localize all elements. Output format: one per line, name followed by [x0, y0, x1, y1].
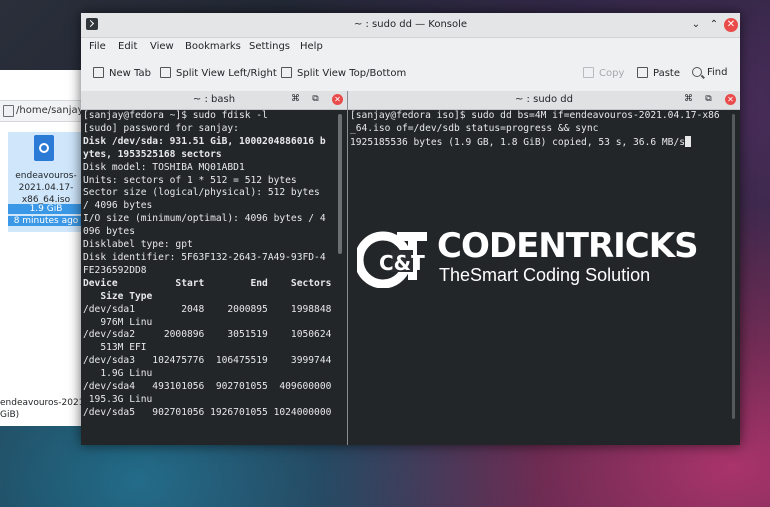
detach-icon[interactable]: ⧉: [310, 94, 321, 105]
codentricks-watermark: C&T CODENTRICKS TheSmart Coding Solution: [357, 226, 699, 290]
file-age: 8 minutes ago: [8, 216, 84, 226]
status-file-name: endeavouros-2021: [0, 398, 85, 408]
terminal-line: /dev/sda2 2000896 3051519 1050624: [83, 329, 332, 341]
copy-label: Copy: [599, 68, 625, 79]
left-terminal-pane[interactable]: ~ : bash ⌘ ⧉ ✕ [sanjay@fedora ~]$ sudo f…: [81, 91, 347, 445]
expand-icon[interactable]: ⌘: [683, 94, 694, 105]
left-tab-title[interactable]: ~ : bash: [81, 94, 347, 105]
status-area: endeavouros-2021 GiB): [0, 396, 84, 426]
left-tab-bar: ~ : bash ⌘ ⧉ ✕: [81, 91, 347, 110]
toolbar: New Tab Split View Left/Right Split View…: [81, 57, 740, 92]
terminal-line: [sanjay@fedora ~]$ sudo fdisk -l: [83, 110, 268, 121]
copy-icon: [583, 67, 594, 78]
terminal-cursor: [685, 135, 692, 147]
terminal-line: /dev/sda1 2048 2000895 1998848: [83, 303, 332, 315]
copy-button[interactable]: Copy: [583, 67, 624, 79]
split-left-right-button[interactable]: Split View Left/Right: [160, 67, 277, 79]
file-size: 1.9 GiB: [8, 204, 84, 214]
window-title: ~ : sudo dd — Konsole: [353, 19, 468, 30]
right-scrollbar[interactable]: [732, 114, 735, 419]
terminal-line: 1.9G Linu: [83, 368, 153, 380]
find-label: Find: [707, 67, 728, 78]
status-file-size: GiB): [0, 410, 20, 420]
paste-label: Paste: [653, 68, 680, 79]
terminal-line: Disklabel type: gpt: [83, 239, 193, 251]
progress-text: 1925185536 bytes (1.9 GB, 1.8 GiB) copie…: [350, 136, 686, 148]
file-name: endeavouros-2021.04.17-x86_64.iso: [15, 171, 77, 205]
split-horizontal-icon: [281, 67, 292, 78]
terminal-line: I/O size (minimum/optimal): 4096 bytes /…: [83, 213, 326, 225]
terminal-line: /dev/sda3 102475776 106475519 3999744: [83, 355, 332, 367]
terminal-line: Disk model: TOSHIBA MQ01ABD1: [83, 161, 245, 173]
terminal-line: 1925185536 bytes (1.9 GB, 1.8 GiB) copie…: [350, 135, 720, 150]
menu-settings[interactable]: Settings: [249, 41, 290, 52]
watermark-brand: CODENTRICKS: [437, 226, 699, 266]
disc-image-icon: [34, 135, 54, 161]
search-icon: [692, 67, 702, 77]
watermark-tagline: TheSmart Coding Solution: [439, 265, 651, 285]
terminal-line: Units: sectors of 1 * 512 = 512 bytes: [83, 174, 297, 186]
location-bar[interactable]: /home/sanjay: [0, 100, 84, 122]
codentricks-logo-icon: C&T: [357, 231, 427, 288]
new-tab-label: New Tab: [109, 68, 151, 79]
close-button[interactable]: ✕: [724, 18, 738, 32]
iso-file-item[interactable]: endeavouros-2021.04.17-x86_64.iso 1.9 Gi…: [8, 132, 84, 232]
split-vertical-icon: [160, 67, 171, 78]
right-tab-title[interactable]: ~ : sudo dd: [348, 94, 740, 105]
menu-bar: File Edit View Bookmarks Settings Help: [81, 37, 740, 57]
menu-file[interactable]: File: [89, 41, 106, 52]
paste-button[interactable]: Paste: [637, 67, 680, 79]
close-pane-icon[interactable]: ✕: [332, 94, 343, 105]
paste-icon: [637, 67, 648, 78]
terminal-line: [sanjay@fedora iso]$ sudo dd bs=4M if=en…: [350, 110, 720, 121]
terminal-line: /dev/sda5 902701056 1926701055 102400000…: [83, 406, 332, 418]
right-tab-bar: ~ : sudo dd ⌘ ⧉ ✕: [348, 91, 740, 110]
terminal-line: [sudo] password for sanjay:: [83, 122, 239, 134]
minimize-button[interactable]: ⌄: [689, 18, 703, 32]
left-terminal-output[interactable]: [sanjay@fedora ~]$ sudo fdisk -l [sudo] p…: [83, 110, 331, 420]
terminal-line: / 4096 bytes: [83, 200, 153, 212]
menu-help[interactable]: Help: [300, 41, 323, 52]
expand-icon[interactable]: ⌘: [290, 94, 301, 105]
terminal-line: 195.3G Linu: [83, 393, 153, 405]
right-terminal-output[interactable]: [sanjay@fedora iso]$ sudo dd bs=4M if=en…: [350, 110, 720, 150]
maximize-button[interactable]: ⌃: [707, 18, 721, 32]
terminal-line: /dev/sda4 493101056 902701055 409600000: [83, 381, 332, 393]
split-lr-label: Split View Left/Right: [176, 68, 277, 79]
menu-bookmarks[interactable]: Bookmarks: [185, 41, 241, 52]
menu-view[interactable]: View: [150, 41, 174, 52]
find-button[interactable]: Find: [692, 67, 728, 78]
terminal-line: Sector size (logical/physical): 512 byte…: [83, 187, 320, 199]
terminal-line: Disk identifier: 5F63F132-2643-7A49-93FD…: [83, 251, 326, 263]
split-top-bottom-button[interactable]: Split View Top/Bottom: [281, 67, 406, 79]
menu-edit[interactable]: Edit: [118, 41, 137, 52]
logo-text: C&T: [379, 251, 425, 275]
file-manager-window: /home/sanjay endeavouros-2021.04.17-x86_…: [0, 70, 85, 426]
location-path: /home/sanjay: [16, 105, 84, 116]
table-header: Device Start End Sectors: [83, 277, 332, 289]
close-pane-icon[interactable]: ✕: [725, 94, 736, 105]
detach-icon[interactable]: ⧉: [703, 94, 714, 105]
new-tab-button[interactable]: New Tab: [93, 67, 151, 79]
terminal-line: _64.iso of=/dev/sdb status=progress && s…: [350, 122, 599, 134]
left-scrollbar[interactable]: [338, 114, 342, 254]
terminal-line: ytes, 1953525168 sectors: [83, 148, 222, 160]
split-tb-label: Split View Top/Bottom: [297, 68, 407, 79]
table-header: Size Type: [83, 290, 153, 302]
terminal-line: 096 bytes: [83, 226, 135, 238]
new-tab-icon: [93, 67, 104, 78]
title-bar[interactable]: ~ : sudo dd — Konsole ⌄ ⌃ ✕: [81, 13, 740, 38]
terminal-line: 976M Linu: [83, 316, 153, 328]
terminal-line: Disk /dev/sda: 931.51 GiB, 1000204886016…: [83, 135, 326, 147]
terminal-line: 513M EFI: [83, 342, 147, 354]
folder-icon: [3, 105, 14, 117]
terminal-line: FE236592DD8: [83, 264, 147, 276]
